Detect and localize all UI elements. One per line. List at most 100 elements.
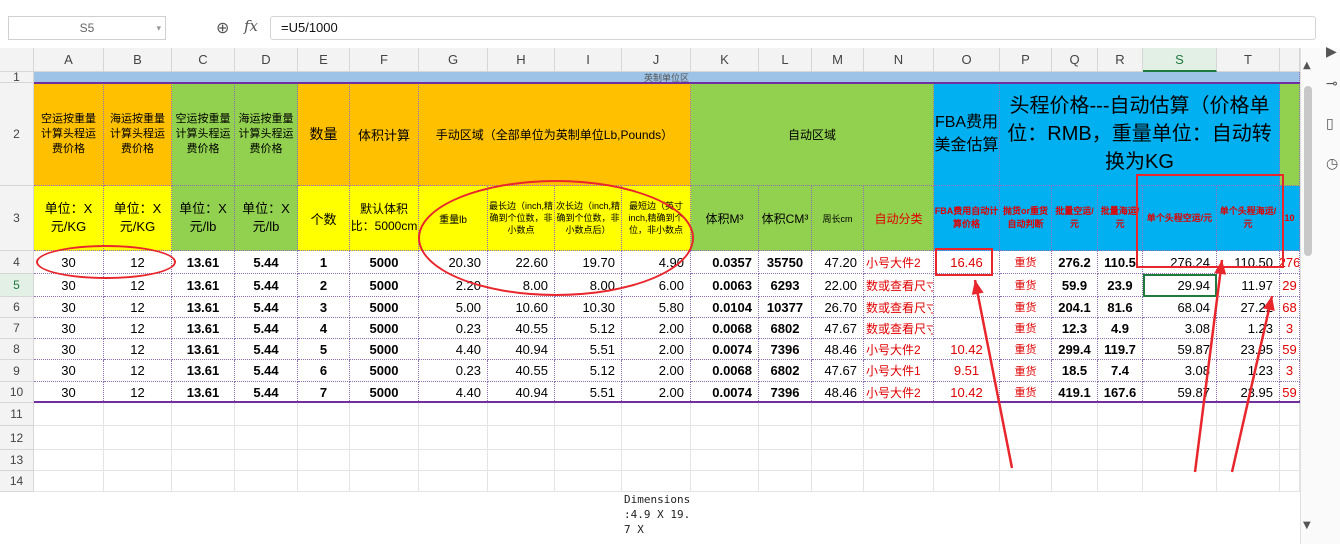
cell-d6[interactable]: 5.44 bbox=[235, 297, 298, 318]
cell-p5[interactable]: 重货 bbox=[1000, 274, 1052, 297]
unit-h[interactable]: 最长边（inch,精确到个位数，非小数点 bbox=[488, 186, 555, 251]
column-header-n[interactable]: N bbox=[864, 48, 934, 72]
cell-j13[interactable] bbox=[622, 450, 691, 471]
cell-u4[interactable]: 276 bbox=[1280, 251, 1300, 274]
cell-o12[interactable] bbox=[934, 426, 1000, 450]
header-quantity[interactable]: 数量 bbox=[298, 83, 350, 186]
cell-o5[interactable] bbox=[934, 274, 1000, 297]
cell-b10[interactable]: 12 bbox=[104, 382, 172, 403]
cell-c5[interactable]: 13.61 bbox=[172, 274, 235, 297]
cell-d10[interactable]: 5.44 bbox=[235, 382, 298, 403]
cell-q6[interactable]: 204.1 bbox=[1052, 297, 1098, 318]
unit-i[interactable]: 次长边（inch,精确到个位数，非小数点后） bbox=[555, 186, 622, 251]
cell-h10[interactable]: 40.94 bbox=[488, 382, 555, 403]
cell-p7[interactable]: 重货 bbox=[1000, 318, 1052, 339]
cell-f8[interactable]: 5000 bbox=[350, 339, 419, 360]
cell-c8[interactable]: 13.61 bbox=[172, 339, 235, 360]
cell-d5[interactable]: 5.44 bbox=[235, 274, 298, 297]
row-header-12[interactable]: 12 bbox=[0, 426, 34, 450]
cell-m11[interactable] bbox=[812, 403, 864, 426]
cell-p12[interactable] bbox=[1000, 426, 1052, 450]
cell-r13[interactable] bbox=[1098, 450, 1143, 471]
cell-r7[interactable]: 4.9 bbox=[1098, 318, 1143, 339]
cell-a12[interactable] bbox=[34, 426, 104, 450]
cell-a14[interactable] bbox=[34, 471, 104, 492]
cell-s11[interactable] bbox=[1143, 403, 1217, 426]
cell-e12[interactable] bbox=[298, 426, 350, 450]
row-header-7[interactable]: 7 bbox=[0, 318, 34, 339]
cell-o4[interactable]: 16.46 bbox=[934, 251, 1000, 274]
cell-t8[interactable]: 23.95 bbox=[1217, 339, 1280, 360]
unit-q[interactable]: 批量空运/元 bbox=[1052, 186, 1098, 251]
row-header-1[interactable]: 1 bbox=[0, 70, 34, 84]
cell-q5[interactable]: 59.9 bbox=[1052, 274, 1098, 297]
cell-d9[interactable]: 5.44 bbox=[235, 360, 298, 382]
cell-o10[interactable]: 10.42 bbox=[934, 382, 1000, 403]
cell-t14[interactable] bbox=[1217, 471, 1280, 492]
unit-k[interactable]: 体积M³ bbox=[691, 186, 759, 251]
unit-u[interactable]: 10 bbox=[1280, 186, 1300, 251]
cell-n6[interactable]: 数或查看尺寸或重量是否 bbox=[864, 297, 934, 318]
cell-k9[interactable]: 0.0068 bbox=[691, 360, 759, 382]
cell-k5[interactable]: 0.0063 bbox=[691, 274, 759, 297]
cell-p10[interactable]: 重货 bbox=[1000, 382, 1052, 403]
header-fba-fee[interactable]: FBA费用美金估算 bbox=[934, 83, 1000, 186]
cell-b6[interactable]: 12 bbox=[104, 297, 172, 318]
cell-e14[interactable] bbox=[298, 471, 350, 492]
cell-u14[interactable] bbox=[1280, 471, 1300, 492]
cell-m10[interactable]: 48.46 bbox=[812, 382, 864, 403]
cell-h12[interactable] bbox=[488, 426, 555, 450]
column-header-c[interactable]: C bbox=[172, 48, 235, 72]
vertical-scrollbar[interactable] bbox=[1304, 86, 1312, 256]
layout-icon[interactable]: ▯ bbox=[1326, 116, 1334, 132]
unit-f[interactable]: 默认体积比：5000cm bbox=[350, 186, 419, 251]
cell-n11[interactable] bbox=[864, 403, 934, 426]
cell-h13[interactable] bbox=[488, 450, 555, 471]
cell-m6[interactable]: 26.70 bbox=[812, 297, 864, 318]
header-manual-area[interactable]: 手动区域（全部单位为英制单位Lb,Pounds） bbox=[419, 83, 691, 186]
cell-o14[interactable] bbox=[934, 471, 1000, 492]
cell-c6[interactable]: 13.61 bbox=[172, 297, 235, 318]
cell-c12[interactable] bbox=[172, 426, 235, 450]
cell-f10[interactable]: 5000 bbox=[350, 382, 419, 403]
cell-g13[interactable] bbox=[419, 450, 488, 471]
cell-t6[interactable]: 27.22 bbox=[1217, 297, 1280, 318]
unit-m[interactable]: 周长cm bbox=[812, 186, 864, 251]
column-header-g[interactable]: G bbox=[419, 48, 488, 72]
row-header-2[interactable]: 2 bbox=[0, 83, 34, 186]
unit-d[interactable]: 单位：X元/lb bbox=[235, 186, 298, 251]
cell-t5[interactable]: 11.97 bbox=[1217, 274, 1280, 297]
cell-c13[interactable] bbox=[172, 450, 235, 471]
cell-h4[interactable]: 22.60 bbox=[488, 251, 555, 274]
cell-q10[interactable]: 419.1 bbox=[1052, 382, 1098, 403]
header-freight-estimate[interactable]: 头程价格---自动估算（价格单位：RMB，重量单位：自动转换为KG bbox=[1000, 83, 1280, 186]
row-header-8[interactable]: 8 bbox=[0, 339, 34, 360]
cell-a13[interactable] bbox=[34, 450, 104, 471]
cell-p4[interactable]: 重货 bbox=[1000, 251, 1052, 274]
cell-b4[interactable]: 12 bbox=[104, 251, 172, 274]
cell-h5[interactable]: 8.00 bbox=[488, 274, 555, 297]
cell-j8[interactable]: 2.00 bbox=[622, 339, 691, 360]
cell-k14[interactable] bbox=[691, 471, 759, 492]
unit-g[interactable]: 重量lb bbox=[419, 186, 488, 251]
cell-n12[interactable] bbox=[864, 426, 934, 450]
cell-e7[interactable]: 4 bbox=[298, 318, 350, 339]
cell-l14[interactable] bbox=[759, 471, 812, 492]
cell-b7[interactable]: 12 bbox=[104, 318, 172, 339]
cell-j5[interactable]: 6.00 bbox=[622, 274, 691, 297]
cell-d12[interactable] bbox=[235, 426, 298, 450]
cell-a4[interactable]: 30 bbox=[34, 251, 104, 274]
cell-u11[interactable] bbox=[1280, 403, 1300, 426]
unit-l[interactable]: 体积CM³ bbox=[759, 186, 812, 251]
cell-u13[interactable] bbox=[1280, 450, 1300, 471]
cell-e13[interactable] bbox=[298, 450, 350, 471]
cell-p8[interactable]: 重货 bbox=[1000, 339, 1052, 360]
column-header-i[interactable]: I bbox=[555, 48, 622, 72]
cell-k12[interactable] bbox=[691, 426, 759, 450]
cell-u10[interactable]: 59 bbox=[1280, 382, 1300, 403]
cell-e10[interactable]: 7 bbox=[298, 382, 350, 403]
cell-l5[interactable]: 6293 bbox=[759, 274, 812, 297]
cell-a5[interactable]: 30 bbox=[34, 274, 104, 297]
cell-u9[interactable]: 3 bbox=[1280, 360, 1300, 382]
cell-i8[interactable]: 5.51 bbox=[555, 339, 622, 360]
